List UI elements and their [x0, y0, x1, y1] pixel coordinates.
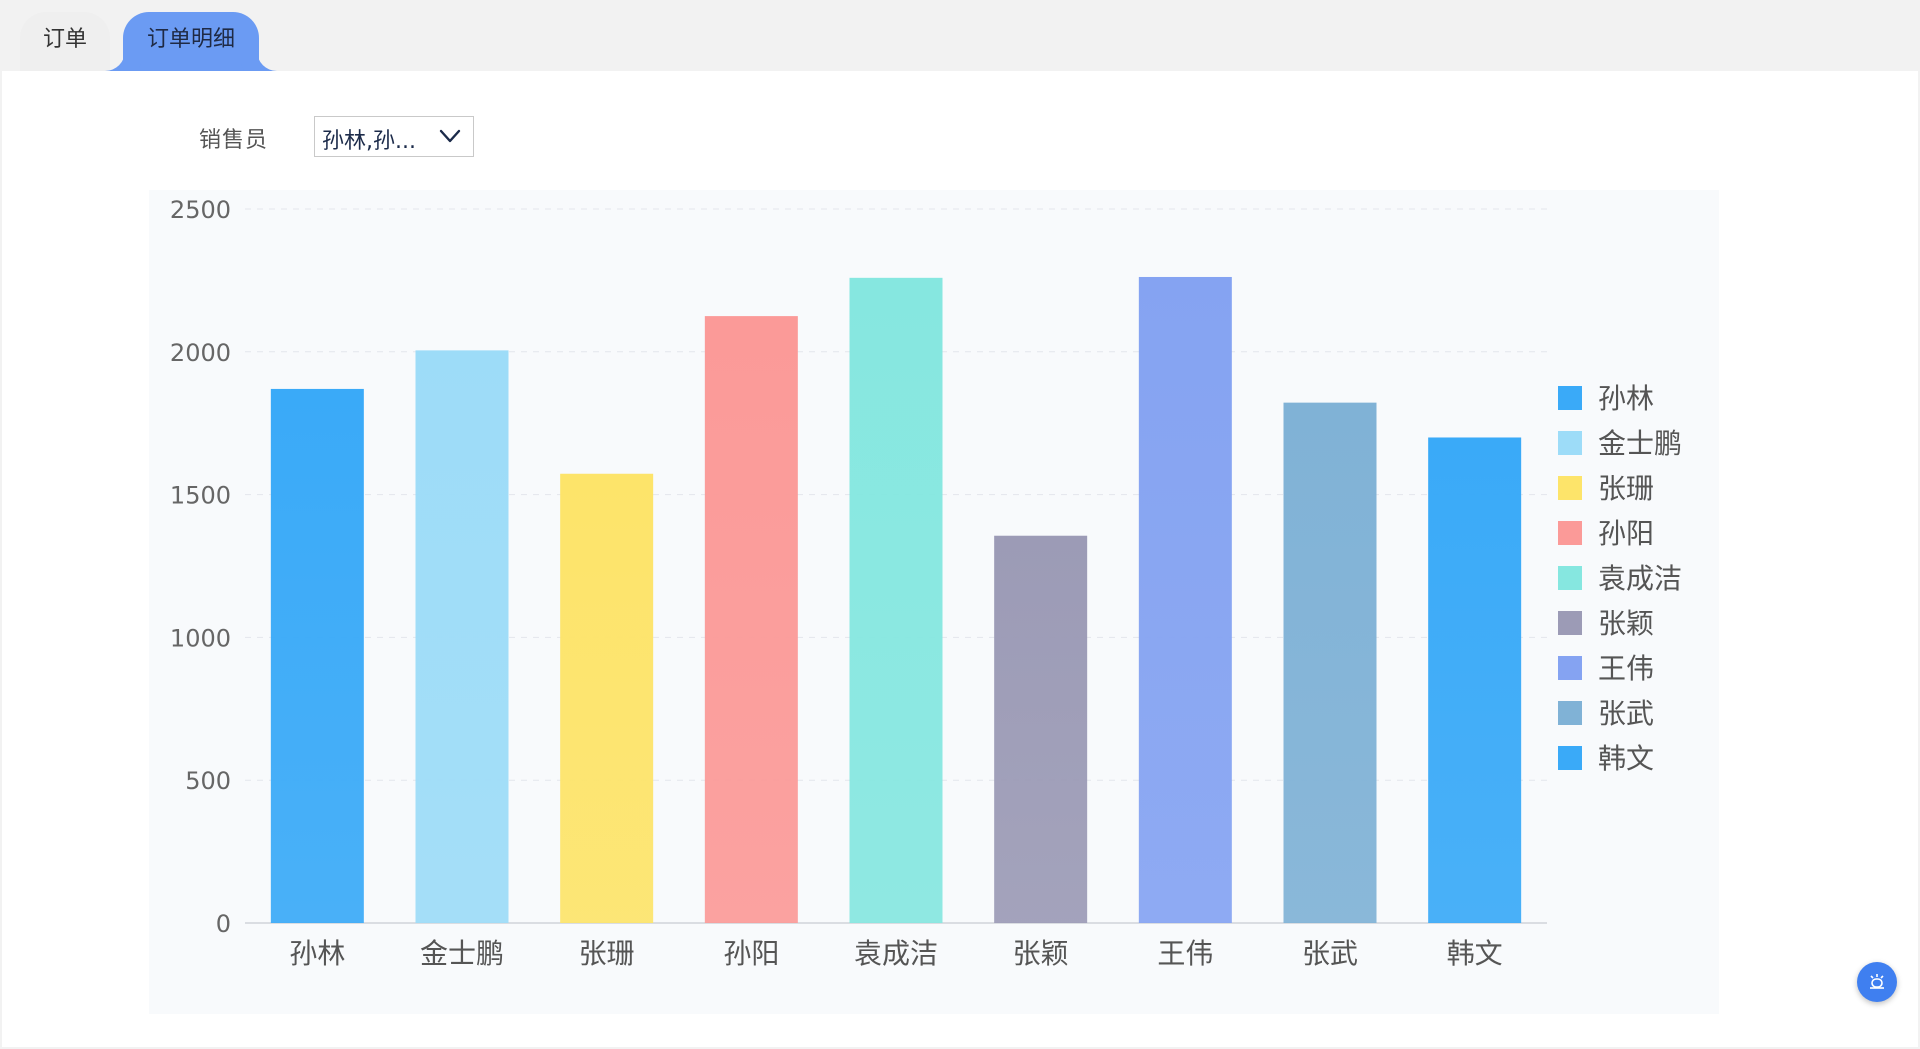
bar-4[interactable]: [849, 277, 943, 923]
bar-5[interactable]: [994, 535, 1088, 923]
bar-6[interactable]: [1138, 276, 1232, 924]
legend-label[interactable]: 韩文: [1598, 742, 1654, 775]
y-tick-label: 500: [185, 767, 231, 795]
alarm-float-button[interactable]: [1857, 962, 1897, 1002]
bar-8[interactable]: [1428, 437, 1522, 923]
salesperson-select-value: 孙林,孙...: [322, 129, 416, 154]
x-tick-label: 张珊: [579, 937, 635, 970]
bar-2[interactable]: [560, 473, 654, 923]
x-tick-label: 袁成洁: [854, 937, 938, 970]
legend-label[interactable]: 张珊: [1598, 472, 1654, 505]
y-tick-label: 1000: [170, 624, 231, 652]
x-tick-label: 张武: [1302, 937, 1358, 970]
chevron-down-icon: [439, 129, 461, 143]
x-tick-label: 张颖: [1013, 937, 1069, 970]
y-tick-label: 2500: [170, 196, 231, 224]
legend-label[interactable]: 王伟: [1598, 652, 1654, 685]
legend-swatch[interactable]: [1558, 566, 1582, 590]
salesperson-select[interactable]: 孙林,孙...: [314, 116, 474, 157]
legend-swatch[interactable]: [1558, 611, 1582, 635]
legend-swatch[interactable]: [1558, 431, 1582, 455]
legend-swatch[interactable]: [1558, 656, 1582, 680]
tab-orders[interactable]: 订单: [20, 12, 110, 71]
legend-swatch[interactable]: [1558, 386, 1582, 410]
legend-swatch[interactable]: [1558, 521, 1582, 545]
x-tick-label: 孙林: [289, 937, 345, 970]
bar-7[interactable]: [1283, 402, 1377, 923]
legend-label[interactable]: 孙林: [1598, 382, 1654, 415]
bar-3[interactable]: [704, 316, 798, 924]
legend-label[interactable]: 孙阳: [1598, 517, 1654, 550]
legend-swatch[interactable]: [1558, 746, 1582, 770]
x-tick-label: 金士鹏: [420, 937, 504, 970]
alarm-icon: [1870, 974, 1884, 989]
x-tick-label: 王伟: [1157, 937, 1213, 970]
tab-order-details[interactable]: 订单明细: [123, 12, 259, 71]
bar-1[interactable]: [415, 350, 509, 923]
legend-label[interactable]: 张武: [1598, 697, 1654, 730]
legend-swatch[interactable]: [1558, 701, 1582, 725]
y-tick-label: 0: [216, 910, 231, 938]
y-tick-label: 2000: [170, 339, 231, 367]
chart-svg: 05001000150020002500孙林 金士鹏 张珊 孙阳 袁成洁 张颖 王伟 张武 韩文…: [170, 196, 1682, 970]
x-tick-label: 韩文: [1447, 937, 1503, 970]
x-tick-label: 孙阳: [723, 937, 779, 970]
y-tick-label: 1500: [170, 482, 231, 510]
legend-label[interactable]: 袁成洁: [1598, 562, 1682, 595]
bar-0[interactable]: [270, 388, 364, 923]
sales-bar-chart: 0 500 1000 1500 2000 2500 孙林 金士鹏 张珊 孙阳 袁成洁 张颖 王伟 张武 韩文…: [149, 190, 1719, 1014]
legend-label[interactable]: 金士鹏: [1598, 427, 1682, 460]
salesperson-filter-label: 销售员: [199, 128, 269, 153]
tab-bar: 订单 订单明细: [0, 0, 1920, 71]
legend-label[interactable]: 张颖: [1598, 607, 1654, 640]
legend-swatch[interactable]: [1558, 476, 1582, 500]
